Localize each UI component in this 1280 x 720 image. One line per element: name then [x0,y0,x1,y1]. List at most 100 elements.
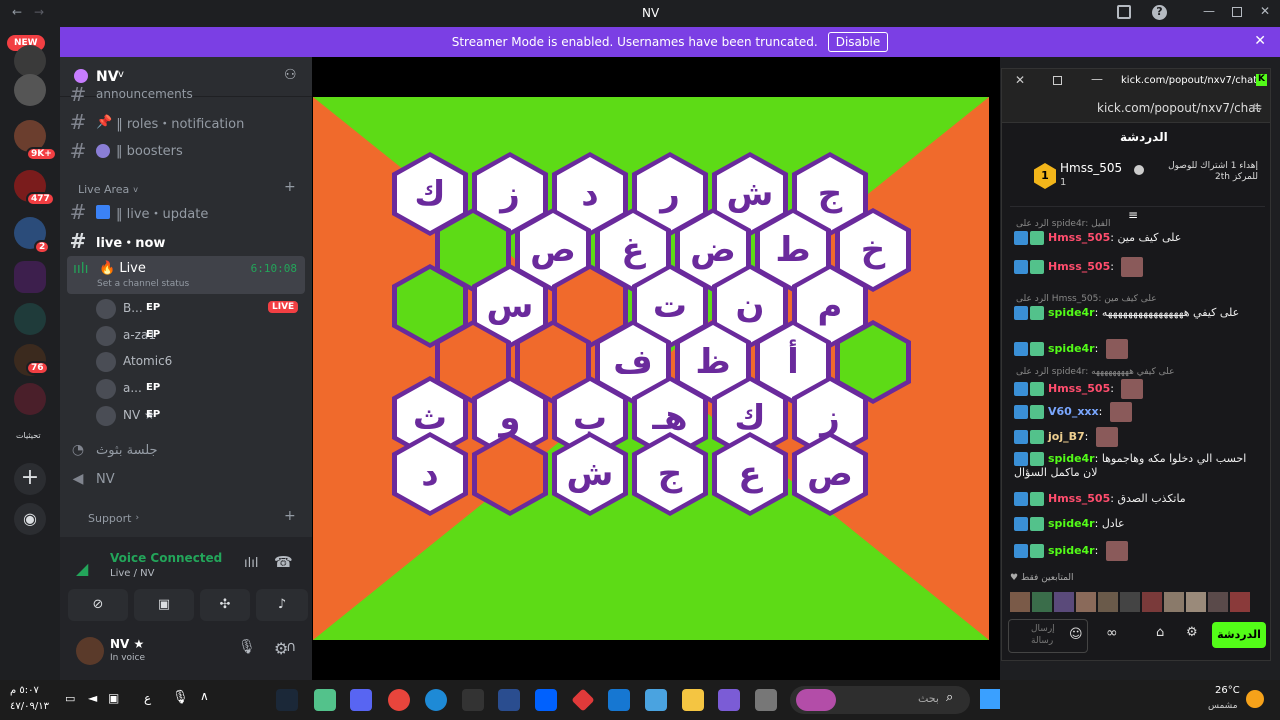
emote-button[interactable] [1076,592,1096,612]
discord-icon[interactable] [350,689,372,711]
minimize-icon[interactable]: — [1203,4,1215,18]
server-icon-selected[interactable] [14,261,46,293]
infinity-icon[interactable]: ∞ [1106,625,1118,641]
channel-boosters[interactable]: # ‖ boosters [60,139,183,163]
emote-button[interactable] [1142,592,1162,612]
clock-date[interactable]: ٤٧/٠٩/١٣ [10,701,49,712]
avatar[interactable] [96,326,116,346]
app-icon[interactable] [755,689,777,711]
disconnect-icon[interactable]: ☎ [274,553,293,571]
chat-username[interactable]: Hmss_505 [1048,231,1110,244]
app-icon[interactable] [498,689,520,711]
avatar[interactable] [96,406,116,426]
help-icon[interactable]: ? [1152,5,1167,20]
channel-live-now[interactable]: # live・now [60,229,166,253]
input-language[interactable]: ع [144,691,151,705]
chat-username[interactable]: Hmss_505 [1048,382,1110,395]
chat-input[interactable]: إرسال رسالة ☺ [1008,619,1088,653]
emote-button[interactable] [1098,592,1118,612]
emote-button[interactable] [1054,592,1074,612]
channel-item[interactable]: # announcements [60,87,193,101]
copilot-icon[interactable] [718,689,740,711]
chat-settings-icon[interactable]: ⚙ [1186,625,1198,640]
chat-username[interactable]: Hmss_505 [1048,492,1110,505]
mic-icon[interactable]: 🎙 [238,639,256,655]
camera-off-button[interactable]: ⊘ [68,589,128,621]
add-member-icon[interactable]: ⚇ [284,67,297,83]
minimize-icon[interactable]: — [1091,72,1103,86]
epic-games-icon[interactable] [462,689,484,711]
avatar[interactable] [76,637,104,665]
site-settings-icon[interactable]: ⇋ [1252,100,1262,114]
dropbox-icon[interactable] [535,689,557,711]
steam-icon[interactable] [276,689,298,711]
channel-roles[interactable]: # 📌 ‖ roles・notification [60,110,245,134]
activities-button[interactable]: ✣ [200,589,250,621]
voice-member[interactable]: a... EP [96,377,306,401]
taskbar-search[interactable]: بحث ⌕ [790,686,970,714]
windows-start-icon[interactable] [980,689,1000,709]
voice-status[interactable]: Voice Connected [110,551,222,565]
category-live-area[interactable]: Live Area v [78,177,138,201]
voice-member[interactable]: B... EP LIVE [96,297,306,321]
app-icon[interactable] [314,689,336,711]
battery-icon[interactable]: ▭ [65,692,75,705]
chat-username[interactable]: Hmss_505 [1048,260,1110,273]
mail-icon[interactable] [608,689,630,711]
avatar[interactable] [96,352,116,372]
chat-username[interactable]: joj_B7 [1048,430,1085,443]
chat-username[interactable]: spide4r [1048,306,1095,319]
server-icon[interactable] [14,45,46,77]
close-window-icon[interactable]: ✕ [1260,4,1270,18]
server-icon[interactable] [14,383,46,415]
pinned-user[interactable]: Hmss_505 [1060,161,1122,175]
emote-button[interactable] [1010,592,1030,612]
settings-gear-icon[interactable]: ⚙ [274,639,288,658]
soundboard-button[interactable]: ♪ [256,589,308,621]
close-icon[interactable]: ✕ [1015,73,1025,87]
chat-username[interactable]: V60_xxx [1048,405,1099,418]
stream-video[interactable]: ك ز د ر ش ج ص غ ض ط خ س ت ن م ف ظ أ ث و ب هـ ك ز د ش ج ع ص [312,57,1000,680]
voice-channel-session[interactable]: ◔ جلسة بثوث [60,438,158,462]
chat-username[interactable]: spide4r [1048,544,1095,557]
mic-tray-icon[interactable]: 🎙 [172,690,189,705]
network-icon[interactable]: ▣ [108,691,119,705]
store-icon[interactable]: ⌂ [1156,625,1164,640]
add-channel-icon[interactable]: + [284,508,296,524]
emote-button[interactable] [1186,592,1206,612]
forward-arrow-icon[interactable]: → [34,5,44,19]
noise-icon[interactable]: ılıl [244,556,258,571]
edge-icon[interactable] [425,689,447,711]
emoji-icon[interactable]: ☺ [1069,627,1083,642]
url-text[interactable]: kick.com/popout/nxv7/chat [1097,101,1260,115]
back-arrow-icon[interactable]: ← [12,5,22,19]
chat-username[interactable]: spide4r [1048,342,1095,355]
voice-channel-nv[interactable]: ◀ NV [60,467,115,491]
weather-temp[interactable]: 26°C [1215,685,1240,696]
clock-time[interactable]: ٥:٠٧ م [10,685,39,696]
voice-member[interactable]: Atomic6 [96,350,306,374]
scroll-down-icon[interactable]: ≡ [1128,208,1138,222]
server-icon[interactable] [14,303,46,335]
voice-channel-live[interactable]: ıılı 🔥 Live 6:10:08 Set a channel status [67,256,305,294]
server-icon[interactable] [14,74,46,106]
emote-button[interactable] [1120,592,1140,612]
channel-live-update[interactable]: # ‖ live・update [60,200,209,224]
set-status-link[interactable]: Set a channel status [97,279,189,289]
emote-button[interactable] [1164,592,1184,612]
tray-overflow-icon[interactable]: ∧ [200,689,209,703]
disable-button[interactable]: Disable [827,32,889,52]
emote-button[interactable] [1032,592,1052,612]
send-chat-button[interactable]: الدردشة [1212,622,1266,648]
avatar[interactable] [96,299,116,319]
category-support[interactable]: Support › [88,506,139,530]
store-icon[interactable] [645,689,667,711]
maximize-icon[interactable] [1232,7,1242,17]
emote-button[interactable] [1230,592,1250,612]
chrome-icon[interactable] [388,689,410,711]
avatar[interactable] [96,379,116,399]
close-banner-icon[interactable]: ✕ [1254,33,1266,49]
add-channel-icon[interactable]: + [284,179,296,195]
chat-username[interactable]: spide4r [1048,452,1095,465]
discover-icon[interactable]: ◉ [14,503,46,535]
